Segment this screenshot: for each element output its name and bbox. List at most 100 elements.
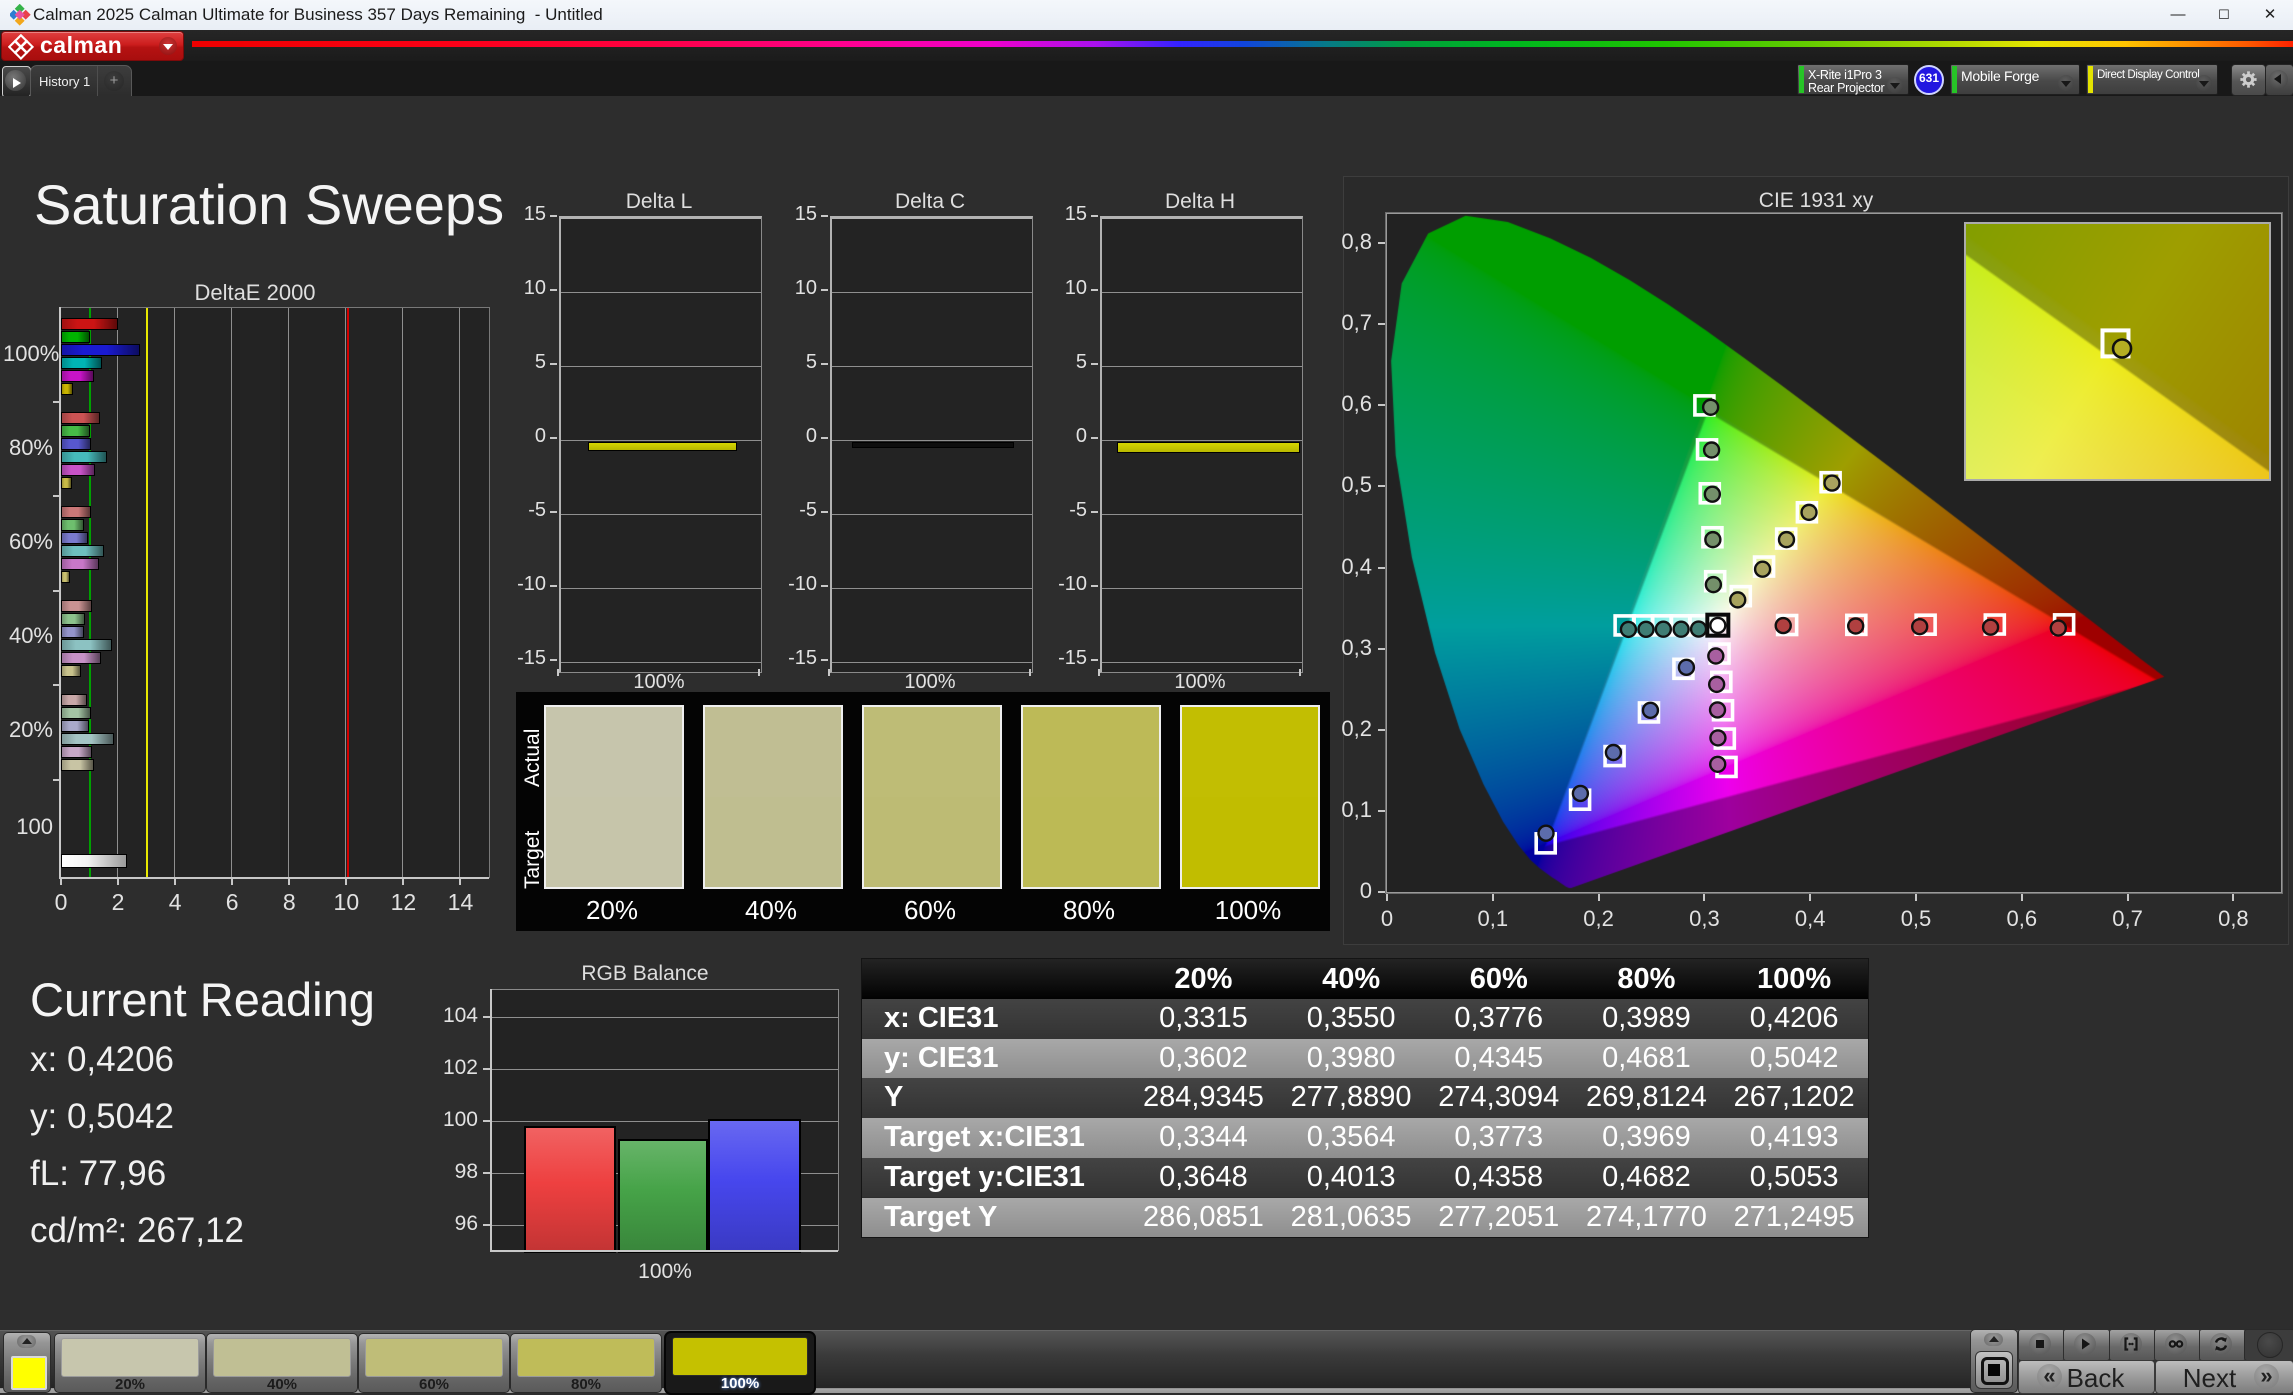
display-control-label: Direct Display Control <box>2097 69 2200 81</box>
tick-label: 100% <box>638 1260 692 1283</box>
gridline-horizontal <box>1102 292 1302 293</box>
refresh-button[interactable] <box>2199 1329 2247 1361</box>
table-cell: 0,3602 <box>1159 1041 1248 1074</box>
deltae-bar-cyan-20% <box>61 733 114 745</box>
tick-mark <box>821 659 828 662</box>
pattern-tile-40%[interactable]: 40% <box>206 1333 358 1393</box>
tick-label: 0,6 <box>2006 906 2038 931</box>
meter-dropdown[interactable]: X-Rite i1Pro 3 Rear Projector <box>1797 64 1909 95</box>
tick-label: 40% <box>8 623 53 648</box>
meter-count-badge[interactable]: 631 <box>1914 65 1944 95</box>
tick-mark <box>483 1120 490 1122</box>
tick-label: 15 <box>523 203 546 225</box>
tick-mark <box>288 879 291 885</box>
button-label: Next <box>2182 1363 2237 1393</box>
pattern-tile-100%[interactable]: 100% <box>664 1331 816 1395</box>
tick-mark <box>821 363 828 366</box>
gridline-horizontal <box>832 440 1032 441</box>
gridline-vertical <box>231 308 232 878</box>
tick-mark <box>1703 894 1706 901</box>
tab-group: History 1 + <box>30 65 132 97</box>
tick-label: 15 <box>1064 203 1087 225</box>
table-cell: 0,4345 <box>1454 1041 1544 1074</box>
settings-button[interactable] <box>2231 64 2266 96</box>
tick-mark <box>1091 585 1098 588</box>
pattern-window-tile[interactable] <box>3 1332 51 1393</box>
add-tab-button[interactable]: + <box>104 71 124 91</box>
tick-label: 5 <box>805 351 817 374</box>
source-dropdown[interactable]: Mobile Forge <box>1950 64 2080 95</box>
comparator-swatch-20% <box>544 705 684 889</box>
deltae-plot <box>61 307 490 878</box>
table-cell: 277,8890 <box>1290 1081 1412 1114</box>
transport-popup-icon[interactable] <box>1984 1333 2003 1346</box>
bracket-button[interactable] <box>2108 1329 2156 1361</box>
minimize-button[interactable]: — <box>2155 0 2201 29</box>
tab-history-1[interactable]: History 1 <box>39 74 90 89</box>
tick-mark <box>1091 363 1098 366</box>
stop-button[interactable] <box>2018 1329 2065 1361</box>
gridline-horizontal <box>832 662 1032 663</box>
record-button[interactable] <box>2244 1329 2293 1361</box>
close-button[interactable]: ✕ <box>2247 0 2293 29</box>
deltaH-plot <box>1100 216 1303 673</box>
cie-plot-area <box>1386 213 2282 893</box>
gridline-horizontal <box>561 292 761 293</box>
table-row-y: CIE31: y: CIE31 0,3602 0,3980 0,4345 0,4681 0,5042 <box>862 1038 1868 1079</box>
comparator-target-label: Target <box>521 830 544 889</box>
collapse-panel-button[interactable] <box>2265 64 2293 96</box>
table-header-40%: 40% <box>1322 963 1381 995</box>
pattern-popup-icon[interactable] <box>17 1335 36 1348</box>
comparator-label-80%: 80% <box>1062 895 1116 925</box>
gridline-vertical <box>402 308 403 878</box>
current-reading-title: Current Reading <box>30 973 375 1026</box>
transport-stack-tile <box>1970 1329 2018 1393</box>
table-cell: 0,3980 <box>1306 1041 1396 1074</box>
pattern-tile-60%[interactable]: 60% <box>358 1333 510 1393</box>
infinity-button[interactable] <box>2153 1329 2201 1361</box>
calman-menu-button[interactable]: calman <box>1 31 184 61</box>
tick-mark <box>821 437 828 440</box>
maximize-button[interactable]: ☐ <box>2201 0 2247 29</box>
logo-bar: calman <box>0 30 2293 61</box>
back-button[interactable]: «Back <box>2018 1360 2155 1394</box>
tick-mark <box>483 1068 490 1070</box>
deltae-bar-yellow-60% <box>61 571 70 583</box>
tick-mark <box>1386 894 1388 901</box>
deltae-bar-magenta-20% <box>61 746 92 758</box>
pattern-tile-20%[interactable]: 20% <box>54 1333 206 1393</box>
tick-label: -5 <box>1069 499 1087 522</box>
tick-label: 10 <box>333 889 360 915</box>
table-cell: 0,5053 <box>1749 1160 1839 1193</box>
deltaL-plot <box>559 216 762 673</box>
tick-label: 5 <box>1075 351 1087 374</box>
pattern-tile-80%[interactable]: 80% <box>510 1333 662 1393</box>
decoration <box>2111 338 2133 359</box>
comparator-swatch-100% <box>1180 705 1320 889</box>
cie-chart-title: CIE 1931 xy <box>1758 189 1874 212</box>
stop-pattern-button[interactable] <box>1975 1351 2013 1389</box>
workflow-expand-button[interactable] <box>2 66 31 98</box>
decoration <box>1800 503 1818 522</box>
tick-label: 0 <box>1380 906 1394 931</box>
tick-mark <box>345 879 348 885</box>
display-control-dropdown[interactable]: Direct Display Control <box>2086 64 2218 95</box>
tick-mark <box>53 495 59 497</box>
tick-mark <box>117 879 120 885</box>
tick-label: 0,8 <box>2218 906 2249 931</box>
tick-mark <box>1378 485 1385 488</box>
deltae-bar-green-20% <box>61 707 91 719</box>
decoration <box>1654 620 1673 638</box>
page-title: Saturation Sweeps <box>34 173 505 236</box>
tick-mark <box>821 585 828 588</box>
title-bar: Calman 2025 Calman Ultimate for Business… <box>0 0 2293 31</box>
tick-label: 0 <box>54 889 68 915</box>
gridline-vertical <box>288 308 289 878</box>
decoration <box>19 39 34 55</box>
next-button[interactable]: » Next <box>2155 1360 2293 1394</box>
calman-menu-chevron-icon[interactable] <box>159 37 177 55</box>
decoration <box>8 34 34 60</box>
tab-divider <box>97 66 98 97</box>
tick-mark <box>459 879 462 885</box>
play-button[interactable] <box>2063 1329 2111 1361</box>
